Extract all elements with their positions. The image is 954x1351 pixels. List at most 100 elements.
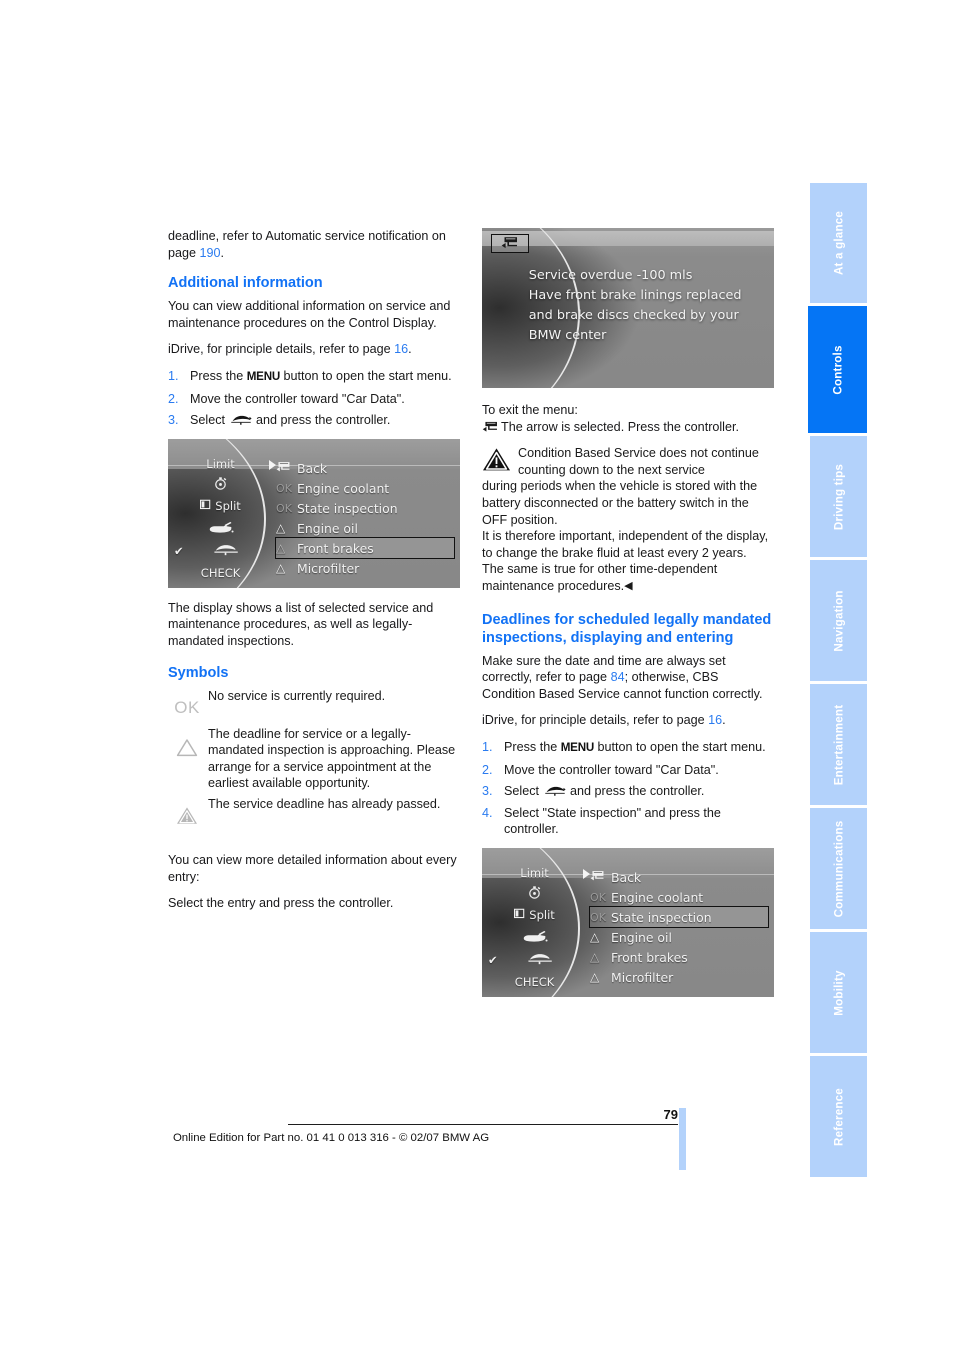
paragraph-select-entry: Select the entry and press the controlle… xyxy=(168,896,394,911)
tab-label: Entertainment xyxy=(832,704,845,785)
idrive-reference-right: iDrive, for principle details, refer to … xyxy=(482,712,774,729)
notice-body-3: The same is true for other time-dependen… xyxy=(482,561,774,594)
idrive-left-label-limit[interactable]: Limit xyxy=(482,866,587,880)
notice-body-1: during periods when the vehicle is store… xyxy=(482,479,758,527)
step-text-before: Select xyxy=(190,413,229,428)
sidebar-item-mobility[interactable]: Mobility xyxy=(810,932,867,1053)
message-line: Service overdue -100 mls xyxy=(528,268,693,284)
car-data-icon xyxy=(230,414,252,425)
message-line: Have front brake linings replaced xyxy=(528,288,742,304)
idrive-ref-before: iDrive, for principle details, refer to … xyxy=(482,713,709,728)
intro-text-after: . xyxy=(220,245,225,260)
steps-list-left: 1. Press the MENU button to open the star… xyxy=(168,368,460,429)
tab-label: Navigation xyxy=(832,589,845,652)
list-item[interactable]: OK Engine coolant xyxy=(276,478,454,498)
list-item[interactable]: △ Microfilter xyxy=(276,558,454,578)
notice-body-2: It is therefore important, independent o… xyxy=(482,529,769,560)
oil-can-icon[interactable] xyxy=(168,520,273,539)
list-item[interactable]: △ Engine oil xyxy=(590,927,768,947)
step-text-before: Press the xyxy=(504,739,561,754)
footer-accent-bar xyxy=(679,1108,686,1170)
warning-triangle-icon: △ xyxy=(276,521,286,536)
car-data-icon xyxy=(527,954,552,965)
idrive-left-label-split: Split xyxy=(482,908,587,923)
back-arrow-icon xyxy=(501,234,519,253)
list-item[interactable]: △ Microfilter xyxy=(590,967,768,987)
warning-triangle-icon: △ xyxy=(590,970,600,985)
list-item-label: Engine coolant xyxy=(611,889,704,905)
sidebar-item-entertainment[interactable]: Entertainment xyxy=(810,684,867,805)
list-item[interactable]: Back xyxy=(590,867,768,887)
paragraph-additional-information: You can view additional information on s… xyxy=(168,299,451,330)
step-number: 1. xyxy=(482,739,493,754)
list-item[interactable]: OK State inspection xyxy=(276,498,454,518)
warning-notice-block: Condition Based Service does not continu… xyxy=(482,445,774,594)
stopwatch-icon[interactable] xyxy=(482,885,587,900)
car-data-icon xyxy=(213,545,238,556)
page-xref-84[interactable]: 84 xyxy=(611,670,625,684)
symbol-row-ok: OK No service is currently required. xyxy=(168,688,460,722)
tab-label: Communications xyxy=(832,820,845,917)
symbol-text-ok: No service is currently required. xyxy=(208,688,386,703)
list-item-selected[interactable]: △ Front brakes xyxy=(275,537,456,560)
oil-can-icon[interactable] xyxy=(482,929,587,948)
page-xref-16-right[interactable]: 16 xyxy=(708,713,722,727)
check-icon: ✔ xyxy=(174,543,184,558)
step-number: 2. xyxy=(168,391,179,406)
car-data-icon xyxy=(544,785,566,796)
sidebar-item-driving-tips[interactable]: Driving tips xyxy=(810,436,867,557)
idrive-left-label-check[interactable]: CHECK xyxy=(482,975,587,989)
page-xref-16-left[interactable]: 16 xyxy=(394,342,408,356)
list-item[interactable]: △ Engine oil xyxy=(276,518,454,538)
list-item-label: Engine oil xyxy=(611,929,672,945)
split-label[interactable]: Split xyxy=(215,499,241,513)
list-item-label: Microfilter xyxy=(611,969,674,985)
step-text-after: and press the controller. xyxy=(566,784,705,799)
split-icon[interactable] xyxy=(514,908,525,922)
split-label[interactable]: Split xyxy=(529,908,555,922)
list-item-label: Back xyxy=(297,460,328,476)
ok-icon: OK xyxy=(170,698,204,718)
tab-label: Controls xyxy=(831,344,844,395)
sidebar-item-navigation[interactable]: Navigation xyxy=(810,560,867,681)
idrive-left-label-car-data[interactable]: ✔ xyxy=(482,951,587,967)
status-ok: OK xyxy=(276,481,292,495)
menu-button-key: MENU xyxy=(560,740,595,754)
symbol-text-passed: The service deadline has already passed. xyxy=(208,796,441,811)
list-item[interactable]: OK Engine coolant xyxy=(590,887,768,907)
notice-body-3-text: The same is true for other time-dependen… xyxy=(482,562,718,593)
list-item[interactable]: △ Front brakes xyxy=(590,947,768,967)
split-icon[interactable] xyxy=(200,499,211,513)
back-arrow-icon xyxy=(276,461,297,475)
page-xref-190[interactable]: 190 xyxy=(200,246,221,260)
exit-menu-text: The arrow is selected. Press the control… xyxy=(501,419,739,434)
idrive-ref-after: . xyxy=(722,713,726,728)
list-item-selected[interactable]: OK State inspection xyxy=(589,906,770,929)
status-ok: OK xyxy=(276,501,292,515)
stopwatch-icon[interactable] xyxy=(168,476,273,491)
list-item[interactable]: Back xyxy=(276,458,454,478)
back-arrow-icon xyxy=(482,421,499,433)
footer-divider xyxy=(288,1124,678,1125)
sidebar-item-communications[interactable]: Communications xyxy=(810,808,867,929)
list-item: 3. Select and press the controller. xyxy=(168,412,460,429)
step-text-before: Move the controller toward "Car Data". xyxy=(504,762,719,777)
idrive-left-label-limit[interactable]: Limit xyxy=(168,457,273,471)
list-item: 1. Press the MENU button to open the star… xyxy=(482,739,774,757)
list-item-label: Engine oil xyxy=(297,520,358,536)
notice-end-mark: ◀ xyxy=(624,579,633,592)
back-button[interactable] xyxy=(490,234,529,254)
list-item: 2. Move the controller toward "Car Data". xyxy=(168,391,460,408)
step-text-before: Select "State inspection" and press the … xyxy=(504,805,721,837)
idrive-left-label-car-data[interactable]: ✔ xyxy=(168,542,273,558)
sidebar-item-at-a-glance[interactable]: At a glance xyxy=(810,183,867,303)
footer-text: Online Edition for Part no. 01 41 0 013 … xyxy=(172,1132,490,1144)
idrive-left-label-check[interactable]: CHECK xyxy=(168,566,273,580)
page-number: 79 xyxy=(663,1107,678,1122)
selection-arrow-icon xyxy=(582,868,590,879)
sidebar-item-controls[interactable]: Controls xyxy=(808,306,867,433)
list-item-label: Back xyxy=(611,869,642,885)
tab-label: Reference xyxy=(832,1087,845,1146)
sidebar-item-reference[interactable]: Reference xyxy=(810,1056,867,1177)
tab-label: At a glance xyxy=(832,210,845,276)
